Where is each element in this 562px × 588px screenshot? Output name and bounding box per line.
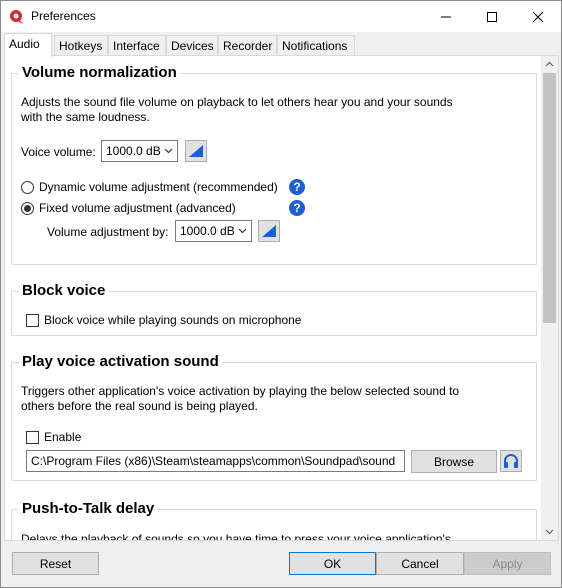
- tab-notifications[interactable]: Notifications: [277, 35, 355, 56]
- cancel-button[interactable]: Cancel: [376, 552, 464, 575]
- group-title: Play voice activation sound: [19, 353, 222, 371]
- chevron-down-icon: [164, 148, 173, 154]
- maximize-button[interactable]: [469, 1, 515, 32]
- maximize-icon: [487, 11, 497, 22]
- close-button[interactable]: [515, 1, 561, 32]
- dynamic-volume-radio[interactable]: [21, 181, 34, 194]
- window-title: Preferences: [31, 9, 96, 23]
- volume-ramp-icon: [189, 145, 203, 157]
- voice-activation-description: Triggers other application's voice activ…: [21, 384, 460, 413]
- voice-volume-meter-button[interactable]: [185, 140, 207, 162]
- headphones-icon: [504, 454, 518, 468]
- vertical-scrollbar[interactable]: [541, 56, 558, 540]
- scroll-thumb[interactable]: [543, 73, 556, 323]
- fixed-volume-label: Fixed volume adjustment (advanced): [39, 201, 236, 215]
- preview-sound-button[interactable]: [500, 450, 522, 472]
- tab-recorder[interactable]: Recorder: [218, 35, 277, 56]
- group-title: Push-to-Talk delay: [19, 500, 158, 518]
- voice-volume-dropdown[interactable]: 1000.0 dB: [101, 140, 178, 162]
- scroll-up-button[interactable]: [541, 56, 558, 73]
- fixed-volume-radio[interactable]: [21, 202, 34, 215]
- volume-adjustment-value: 1000.0 dB: [180, 224, 235, 238]
- tab-interface[interactable]: Interface: [108, 35, 166, 56]
- tab-audio[interactable]: Audio: [4, 33, 52, 57]
- tab-strip: Audio Hotkeys Interface Devices Recorder…: [4, 33, 560, 57]
- fixed-help-icon[interactable]: ?: [289, 200, 305, 216]
- apply-button[interactable]: Apply: [464, 552, 551, 575]
- volume-ramp-icon: [262, 225, 276, 237]
- chevron-down-icon: [238, 228, 247, 234]
- close-icon: [533, 11, 543, 22]
- push-to-talk-description: Delays the playback of sounds so you hav…: [21, 532, 451, 541]
- title-bar: Preferences: [1, 1, 561, 32]
- chevron-up-icon: [545, 61, 554, 67]
- block-voice-checkbox[interactable]: [26, 314, 39, 327]
- voice-volume-value: 1000.0 dB: [106, 144, 161, 158]
- tab-hotkeys[interactable]: Hotkeys: [54, 35, 108, 56]
- audio-tab-panel: Volume normalization Adjusts the sound f…: [4, 55, 559, 541]
- dynamic-help-icon[interactable]: ?: [289, 179, 305, 195]
- volume-adjustment-meter-button[interactable]: [258, 220, 280, 242]
- volume-normalization-description: Adjusts the sound file volume on playbac…: [21, 95, 453, 124]
- enable-label: Enable: [44, 430, 82, 444]
- dynamic-volume-label: Dynamic volume adjustment (recommended): [39, 180, 278, 194]
- block-voice-group: Block voice Block voice while playing so…: [11, 282, 537, 336]
- chevron-down-icon: [545, 529, 554, 535]
- scroll-down-button[interactable]: [541, 523, 558, 540]
- push-to-talk-group: Push-to-Talk delay Delays the playback o…: [11, 500, 537, 541]
- voice-volume-label: Voice volume:: [21, 145, 96, 159]
- reset-button[interactable]: Reset: [12, 552, 99, 575]
- block-voice-label: Block voice while playing sounds on micr…: [44, 313, 302, 327]
- enable-checkbox[interactable]: [26, 431, 39, 444]
- group-title: Volume normalization: [19, 64, 180, 82]
- group-title: Block voice: [19, 282, 109, 300]
- volume-adjustment-dropdown[interactable]: 1000.0 dB: [175, 220, 252, 242]
- volume-normalization-group: Volume normalization Adjusts the sound f…: [11, 64, 537, 265]
- ok-button[interactable]: OK: [289, 552, 376, 575]
- tab-devices[interactable]: Devices: [166, 35, 218, 56]
- minimize-icon: [441, 16, 451, 17]
- voice-activation-group: Play voice activation sound Triggers oth…: [11, 353, 537, 481]
- volume-adjustment-label: Volume adjustment by:: [47, 225, 169, 239]
- minimize-button[interactable]: [423, 1, 469, 32]
- soundpad-app-icon: [9, 9, 25, 25]
- browse-button[interactable]: Browse: [411, 450, 497, 473]
- preferences-window: Preferences Audio Hotkeys Interface Devi…: [0, 0, 562, 588]
- sound-path-field[interactable]: C:\Program Files (x86)\Steam\steamapps\c…: [26, 450, 405, 472]
